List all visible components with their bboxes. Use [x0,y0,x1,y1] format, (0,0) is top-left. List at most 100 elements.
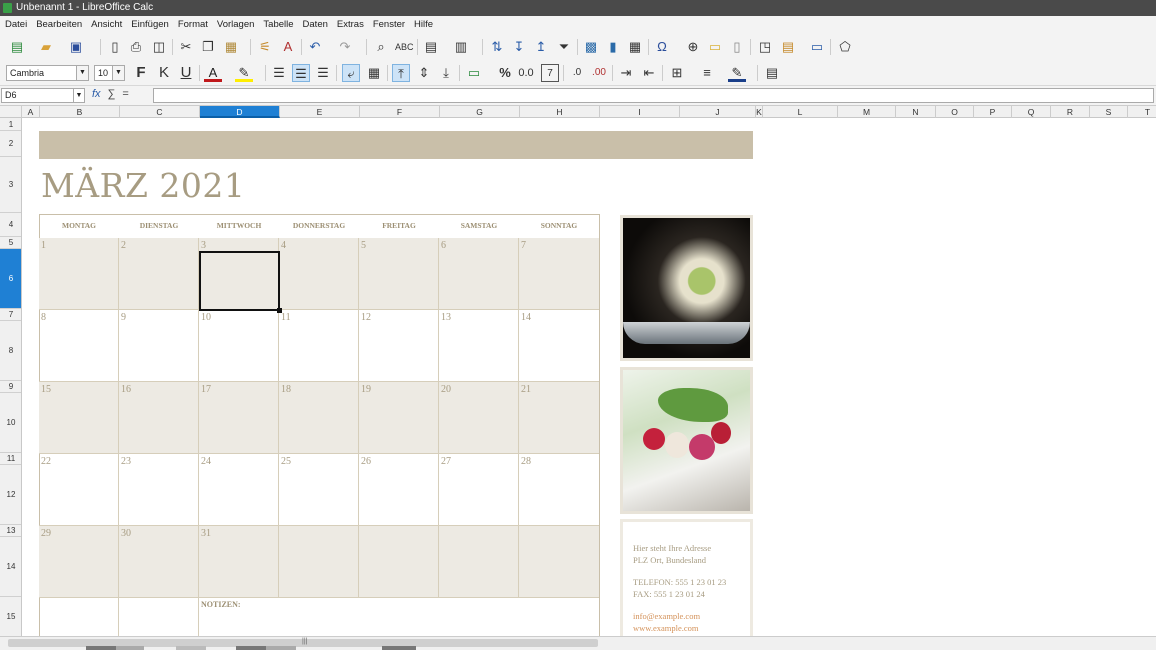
column-icon[interactable]: ▥ [452,38,470,56]
horizontal-scrollbar[interactable]: ||| [0,636,1156,650]
calendar-day-cell[interactable]: 6 [439,238,519,310]
calendar-day-cell[interactable]: 25 [279,454,359,526]
calendar-day-cell[interactable]: 8 [39,310,119,382]
conditional-format-icon[interactable]: ▤ [763,64,781,82]
selected-cell-cursor[interactable] [199,251,282,313]
calendar-day-cell[interactable] [519,526,599,598]
new-document-icon[interactable]: ▤ [8,38,26,56]
scroll-grip-icon[interactable]: ||| [302,638,307,645]
sheet-tab[interactable] [266,646,296,650]
chevron-down-icon[interactable]: ▼ [73,89,84,102]
cut-icon[interactable]: ✂ [177,38,195,56]
calendar-day-cell[interactable]: 17 [199,382,279,454]
calendar-day-cell[interactable]: 15 [39,382,119,454]
calendar-day-cell[interactable]: 26 [359,454,439,526]
row-header-10[interactable]: 10 [0,393,21,453]
weekday-header[interactable]: DONNERSTAG [279,214,359,238]
column-header-t[interactable]: T [1128,106,1156,118]
calendar-day-cell[interactable]: 22 [39,454,119,526]
merge-cells-icon[interactable]: ▦ [365,64,383,82]
calendar-day-cell[interactable]: 11 [279,310,359,382]
align-left-icon[interactable]: ☰ [270,64,288,82]
contact-box[interactable]: Hier steht Ihre Adresse PLZ Ort, Bundesl… [620,519,753,636]
formula-icon[interactable]: = [122,88,128,100]
export-pdf-icon[interactable]: ▯ [106,38,124,56]
column-header-a[interactable]: A [22,106,40,118]
align-center-icon[interactable]: ☰ [292,64,310,82]
column-header-l[interactable]: L [763,106,838,118]
column-header-h[interactable]: H [520,106,600,118]
font-size-box[interactable]: 10 ▼ [94,65,125,81]
weekday-header[interactable]: SONNTAG [519,214,599,238]
select-all-corner[interactable] [0,106,22,118]
month-title[interactable]: MÄRZ 2021 [41,166,245,205]
calendar-day-cell[interactable]: 20 [439,382,519,454]
align-top-icon[interactable]: ⤒ [392,64,410,82]
column-header-m[interactable]: M [838,106,896,118]
menu-ansicht[interactable]: Ansicht [86,16,126,34]
row-header-3[interactable]: 3 [0,157,21,213]
salad-photo[interactable] [620,215,753,361]
sort-ascending-icon[interactable]: ↧ [510,38,528,56]
column-header-p[interactable]: P [974,106,1012,118]
print-preview-icon[interactable]: ◫ [150,38,168,56]
calendar-day-cell[interactable]: 13 [439,310,519,382]
menu-vorlagen[interactable]: Vorlagen [212,16,259,34]
calendar-day-cell[interactable]: 31 [199,526,279,598]
chevron-down-icon[interactable]: ▼ [112,66,124,80]
redo-icon[interactable]: ↷ [336,38,354,56]
column-header-k[interactable]: K [756,106,763,118]
menu-extras[interactable]: Extras [332,16,368,34]
print-icon[interactable]: ⎙ [127,38,145,56]
row-header-13[interactable]: 13 [0,525,21,537]
percent-format-icon[interactable]: % [496,64,514,82]
function-wizard-icon[interactable]: fx [92,88,101,100]
sheet-tab[interactable] [382,646,416,650]
insert-chart-icon[interactable]: ▮ [604,38,622,56]
column-header-i[interactable]: I [600,106,680,118]
row-header-9[interactable]: 9 [0,381,21,393]
row-header-6[interactable]: 6 [0,249,21,309]
weekday-header[interactable]: DIENSTAG [119,214,199,238]
number-format-icon[interactable]: 0.0 [517,64,535,82]
clone-formatting-icon[interactable]: ⚟ [256,38,274,56]
calendar-day-cell[interactable]: 18 [279,382,359,454]
calendar-day-cell[interactable]: 1 [39,238,119,310]
font-name-box[interactable]: Cambria ▼ [6,65,89,81]
row-header-12[interactable]: 12 [0,465,21,525]
calendar-day-cell[interactable] [439,526,519,598]
row-header-2[interactable]: 2 [0,131,21,157]
menu-fenster[interactable]: Fenster [368,16,409,34]
border-color-icon[interactable]: ✎ [728,64,746,82]
email-link[interactable]: info@example.com [633,611,750,623]
formula-input[interactable] [153,88,1154,103]
row-header-15[interactable]: 15 [0,597,21,636]
pivot-table-icon[interactable]: ▦ [626,38,644,56]
calendar-day-cell[interactable]: 9 [119,310,199,382]
column-header-e[interactable]: E [280,106,360,118]
weekday-header[interactable]: FREITAG [359,214,439,238]
column-header-q[interactable]: Q [1012,106,1051,118]
undo-icon[interactable]: ↶ [306,38,324,56]
decrease-indent-icon[interactable]: ⇤ [640,64,658,82]
sort-descending-icon[interactable]: ↥ [532,38,550,56]
chevron-down-icon[interactable]: ▼ [76,66,88,80]
column-header-n[interactable]: N [896,106,936,118]
menu-daten[interactable]: Daten [298,16,332,34]
date-format-icon[interactable]: 7 [541,64,559,82]
calendar-day-cell[interactable]: 27 [439,454,519,526]
menu-tabelle[interactable]: Tabelle [258,16,297,34]
menu-bearbeiten[interactable]: Bearbeiten [31,16,86,34]
web-link[interactable]: www.example.com [633,623,750,635]
notes-label[interactable]: NOTIZEN: [201,600,241,609]
sheet-tab[interactable] [236,646,266,650]
center-vertically-icon[interactable]: ⇕ [415,64,433,82]
column-header-b[interactable]: B [40,106,120,118]
weekday-header[interactable]: MONTAG [39,214,119,238]
row-header-4[interactable]: 4 [0,213,21,237]
calendar-day-cell[interactable]: 14 [519,310,599,382]
menu-format[interactable]: Format [173,16,212,34]
bold-button[interactable]: F [132,64,150,82]
paste-icon[interactable]: ▦ [222,38,240,56]
row-header-1[interactable]: 1 [0,118,21,131]
